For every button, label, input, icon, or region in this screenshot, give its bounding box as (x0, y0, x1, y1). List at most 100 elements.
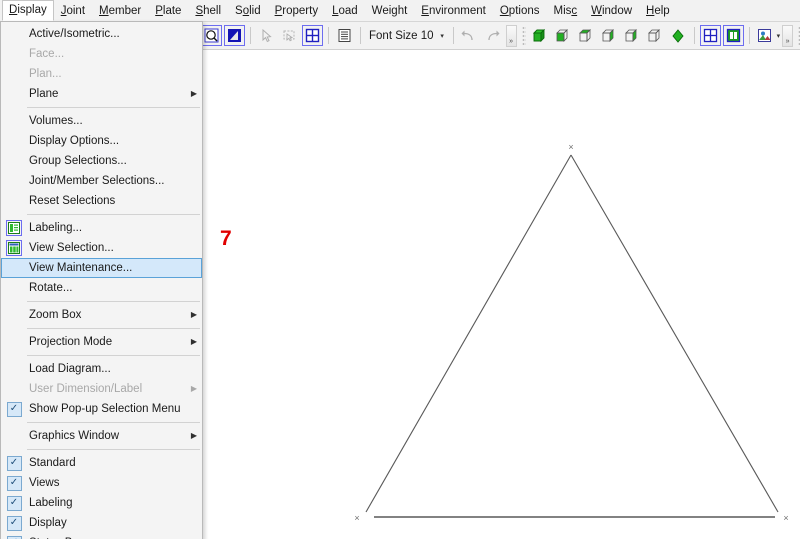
menu-item-reset-selections[interactable]: Reset Selections (1, 191, 202, 211)
menu-bar[interactable]: Display Joint Member Plate Shell Solid P… (0, 0, 800, 22)
table-icon[interactable] (334, 25, 355, 46)
menu-item-joint-member-selections[interactable]: Joint/Member Selections... (1, 171, 202, 191)
menubar-item-options[interactable]: Options (493, 1, 547, 21)
menu-item-view-maintenance[interactable]: View Maintenance... (1, 258, 202, 278)
bottom-left-node[interactable]: × (354, 513, 359, 523)
menu-gutter (1, 171, 27, 191)
window-color-icon[interactable] (722, 25, 744, 46)
chevron-right-icon: ▶ (190, 89, 198, 98)
view-xy-icon[interactable] (553, 25, 574, 46)
view-3d-a-icon[interactable] (622, 25, 643, 46)
menu-item-views-toolbar[interactable]: ✓ Views (1, 473, 202, 493)
menu-item-label: Standard (29, 457, 76, 469)
toolbar-overflow-button[interactable]: » (505, 24, 517, 47)
right-member[interactable] (570, 154, 779, 513)
menu-item-display-toolbar[interactable]: ✓ Display (1, 513, 202, 533)
menu-item-show-popup-selection-menu[interactable]: ✓ Show Pop-up Selection Menu (1, 399, 202, 419)
iso-view-icon[interactable] (530, 25, 551, 46)
view-xz-icon[interactable] (599, 25, 620, 46)
structure-drawing: × × × (354, 142, 788, 523)
menu-item-label: User Dimension/Label (29, 383, 143, 395)
menu-gutter (1, 64, 27, 84)
menu-item-load-diagram[interactable]: Load Diagram... (1, 359, 202, 379)
checkmark-icon: ✓ (6, 495, 22, 511)
menu-gutter (1, 332, 27, 352)
menu-item-graphics-window[interactable]: Graphics Window ▶ (1, 426, 202, 446)
zoom-window-icon[interactable] (201, 25, 222, 46)
menu-separator (27, 328, 200, 329)
menu-item-volumes[interactable]: Volumes... (1, 111, 202, 131)
menu-item-label: Zoom Box (29, 309, 82, 321)
menubar-item-property[interactable]: Property (268, 1, 325, 21)
menu-item-status-bar[interactable]: ✓ Status Bar (1, 533, 202, 539)
menu-gutter (1, 379, 27, 399)
view-3d-b-icon[interactable] (645, 25, 666, 46)
menu-item-display-options[interactable]: Display Options... (1, 131, 202, 151)
menu-item-label: Show Pop-up Selection Menu (29, 403, 181, 415)
menubar-item-member[interactable]: Member (92, 1, 148, 21)
undo-icon[interactable] (459, 25, 480, 46)
menu-gutter (1, 131, 27, 151)
menu-item-projection-mode[interactable]: Projection Mode ▶ (1, 332, 202, 352)
labeling-icon (6, 220, 22, 236)
menubar-item-shell[interactable]: Shell (188, 1, 228, 21)
graphics-window[interactable]: × × × (200, 50, 800, 539)
menubar-item-weight[interactable]: Weight (365, 1, 415, 21)
view-selection-icon (6, 240, 22, 256)
toolbar-grip-handle[interactable] (521, 25, 526, 46)
step-number-annotation: 7 (220, 227, 232, 250)
menu-item-group-selections[interactable]: Group Selections... (1, 151, 202, 171)
menu-item-user-dimension-label: User Dimension/Label ▶ (1, 379, 202, 399)
menu-item-label: Volumes... (29, 115, 83, 127)
menu-gutter (1, 24, 27, 44)
apex-node[interactable]: × (568, 142, 573, 152)
font-size-selector[interactable]: Font Size 10 ▾ (365, 26, 449, 45)
menubar-item-help[interactable]: Help (639, 1, 677, 21)
toolbar-separator (693, 27, 695, 44)
menubar-item-display[interactable]: Display (2, 0, 54, 21)
display-dropdown-menu[interactable]: Active/Isometric... Face... Plan... Plan… (0, 21, 203, 539)
toolbar-separator (452, 27, 454, 44)
menu-item-zoom-box[interactable]: Zoom Box ▶ (1, 305, 202, 325)
toolbar-overflow-button-2[interactable]: » (782, 24, 794, 47)
menu-gutter: ✓ (1, 399, 27, 419)
bottom-right-node[interactable]: × (783, 513, 788, 523)
menubar-item-joint[interactable]: Joint (54, 1, 92, 21)
menu-item-active-isometric[interactable]: Active/Isometric... (1, 24, 202, 44)
diamond-icon[interactable] (668, 25, 689, 46)
menu-gutter: ✓ (1, 473, 27, 493)
menu-item-label: Labeling (29, 497, 73, 509)
select-region-icon[interactable] (279, 25, 300, 46)
main-toolbar[interactable]: Font Size 10 ▾ » ▾ » (200, 22, 800, 50)
chevron-right-icon: ▶ (190, 310, 198, 319)
menu-item-face: Face... (1, 44, 202, 64)
menubar-item-misc[interactable]: Misc (546, 1, 584, 21)
view-yz-icon[interactable] (576, 25, 597, 46)
menubar-item-environment[interactable]: Environment (414, 1, 493, 21)
pointer-select-icon[interactable] (256, 25, 277, 46)
menu-item-label: Plan... (29, 68, 62, 80)
window-grid-icon[interactable] (699, 25, 721, 46)
picture-dropdown-caret-icon[interactable]: ▾ (777, 26, 781, 45)
menubar-item-window[interactable]: Window (584, 1, 639, 21)
menu-gutter (1, 218, 27, 238)
menu-item-label: Rotate... (29, 282, 73, 294)
menu-item-labeling-dialog[interactable]: Labeling... (1, 218, 202, 238)
menubar-item-solid[interactable]: Solid (228, 1, 268, 21)
redo-icon[interactable] (482, 25, 503, 46)
menubar-item-load[interactable]: Load (325, 1, 365, 21)
menu-item-view-selection[interactable]: View Selection... (1, 238, 202, 258)
picture-icon[interactable] (755, 25, 776, 46)
grid-icon[interactable] (302, 25, 323, 46)
menubar-item-plate[interactable]: Plate (148, 1, 188, 21)
left-member[interactable] (365, 154, 572, 513)
menu-item-rotate[interactable]: Rotate... (1, 278, 202, 298)
checkmark-icon: ✓ (6, 401, 22, 417)
render-view-icon[interactable] (224, 25, 245, 46)
menu-item-plane[interactable]: Plane ▶ (1, 84, 202, 104)
menu-item-labeling-toolbar[interactable]: ✓ Labeling (1, 493, 202, 513)
chevron-down-icon[interactable]: ▾ (436, 26, 449, 45)
menu-item-label: Labeling... (29, 222, 83, 234)
menu-gutter (2, 258, 27, 278)
menu-item-standard-toolbar[interactable]: ✓ Standard (1, 453, 202, 473)
